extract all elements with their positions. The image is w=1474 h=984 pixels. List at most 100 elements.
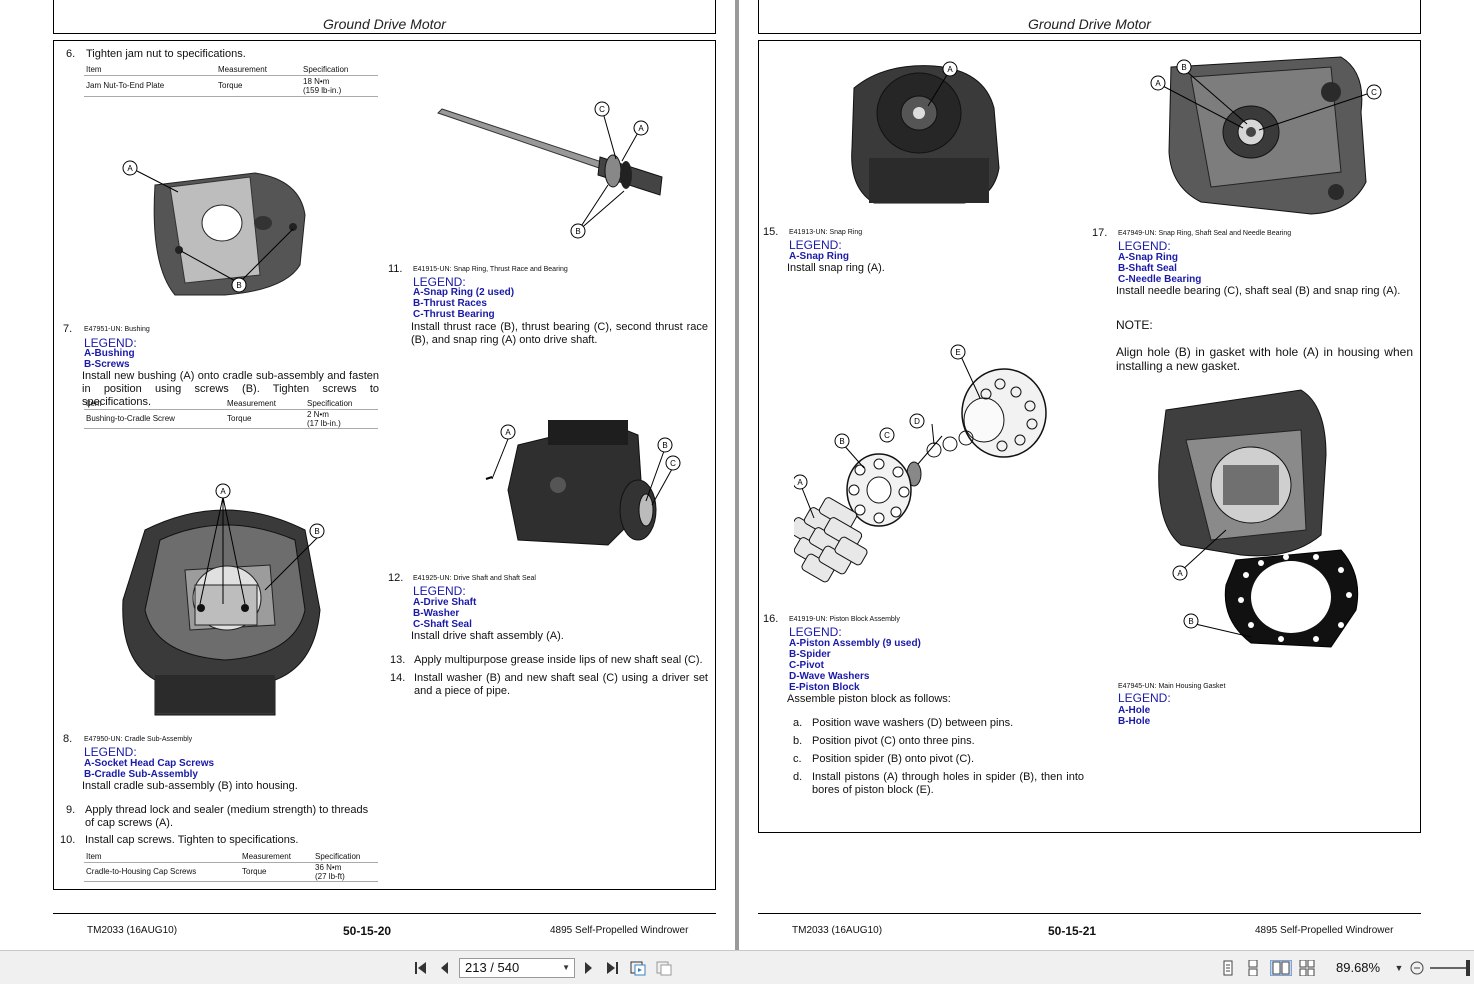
callout-b: B xyxy=(575,227,580,236)
callout-e: E xyxy=(955,348,960,357)
step-11-number: 11. xyxy=(388,263,403,275)
step-10-number: 10. xyxy=(60,834,76,846)
next-page-button[interactable] xyxy=(579,960,597,976)
next-view-button[interactable] xyxy=(655,960,673,976)
step-12-legend-item: A-Drive Shaft xyxy=(413,597,477,608)
step-15-legend-heading: LEGEND: xyxy=(789,238,842,252)
step-10-spec-table: Item Measurement Specification Cradle-to… xyxy=(84,852,378,882)
callout-b: B xyxy=(1188,617,1193,626)
chevron-down-icon: ▼ xyxy=(1394,963,1404,973)
zoom-out-button[interactable] xyxy=(1408,960,1426,976)
table-cell-spec-imperial: (159 lb-in.) xyxy=(303,86,342,95)
page-number-select[interactable]: 213 / 540 ▼ xyxy=(459,958,575,978)
substep-a-label: a. xyxy=(793,717,803,729)
step-15-legend-item: A-Snap Ring xyxy=(789,251,849,262)
step-11-legend-item: C-Thrust Bearing xyxy=(413,309,495,320)
first-page-button[interactable] xyxy=(412,960,430,976)
previous-page-button[interactable] xyxy=(436,960,454,976)
callout-a: A xyxy=(947,65,953,74)
substep-b-label: b. xyxy=(793,735,803,747)
step-12-text: Install drive shaft assembly (A). xyxy=(411,630,564,642)
step-8-figure-id: E47950-UN: Cradle Sub-Assembly xyxy=(84,736,193,743)
zoom-slider-track[interactable] xyxy=(1430,967,1470,969)
right-footer-product: 4895 Self-Propelled Windrower xyxy=(1255,925,1394,936)
step-15-number: 15. xyxy=(763,226,779,238)
snap-ring-figure: A xyxy=(851,61,1000,204)
next-view-icon xyxy=(656,961,672,976)
step-13-number: 13. xyxy=(390,654,406,666)
table-cell-measurement: Torque xyxy=(218,81,243,90)
step-12-number: 12. xyxy=(388,572,404,584)
substep-b-text: Position pivot (C) onto three pins. xyxy=(812,735,975,747)
previous-page-icon xyxy=(441,962,448,974)
callout-d: D xyxy=(914,417,920,426)
callout-a: A xyxy=(220,487,226,496)
callout-b: B xyxy=(314,527,319,536)
step-17-legend-item: A-Snap Ring xyxy=(1118,252,1178,263)
step-7-spec-table: Item Measurement Specification Bushing-t… xyxy=(84,399,378,429)
piston-block-figure: E D C B A xyxy=(794,344,1047,583)
table-cell-spec-metric: 2 N•m xyxy=(307,410,329,419)
zoom-out-icon xyxy=(1410,961,1424,975)
table-cell-spec-metric: 36 N•m xyxy=(315,863,342,872)
table-header-spec: Specification xyxy=(303,65,349,74)
step-8-number: 8. xyxy=(63,733,73,745)
step-8-legend-item: B-Cradle Sub-Assembly xyxy=(84,769,198,780)
first-page-icon xyxy=(415,962,426,974)
two-page-view-button[interactable] xyxy=(1270,960,1292,976)
callout-a: A xyxy=(1155,79,1161,88)
step-15-figure-id: E41913-UN: Snap Ring xyxy=(789,229,863,236)
step-16-number: 16. xyxy=(763,613,779,625)
step-16-text: Assemble piston block as follows: xyxy=(787,693,951,705)
cradle-figure: A B xyxy=(122,483,325,716)
table-header-item: Item xyxy=(86,65,102,74)
callout-c: C xyxy=(670,459,676,468)
previous-view-button[interactable] xyxy=(629,960,647,976)
last-page-icon xyxy=(607,962,618,974)
step-16-legend-item: A-Piston Assembly (9 used) xyxy=(789,638,921,649)
step-6-text: Tighten jam nut to specifications. xyxy=(86,48,246,60)
step-17-figure-id: E47949-UN: Snap Ring, Shaft Seal and Nee… xyxy=(1118,230,1292,237)
table-cell-measurement: Torque xyxy=(242,867,267,876)
gasket-legend-item: A-Hole xyxy=(1118,705,1151,716)
viewer-toolbar: 213 / 540 ▼ 89.68% ▼ xyxy=(0,950,1474,984)
step-16-legend-item: B-Spider xyxy=(789,649,831,660)
table-header-spec: Specification xyxy=(315,852,361,861)
substep-c-text: Position spider (B) onto pivot (C). xyxy=(812,753,975,765)
housing-gasket-figure: A B xyxy=(1158,389,1359,648)
step-17-legend-item: B-Shaft Seal xyxy=(1118,263,1177,274)
table-cell-spec-metric: 18 N•m xyxy=(303,77,330,86)
step-8-text: Install cradle sub-assembly (B) into hou… xyxy=(82,780,298,792)
step-11-text: Install thrust race (B), thrust bearing … xyxy=(411,321,708,346)
step-12-legend-item: B-Washer xyxy=(413,608,460,619)
previous-view-icon xyxy=(630,961,646,976)
needle-bearing-figure: A B C xyxy=(1150,56,1382,215)
left-header: Ground Drive Motor xyxy=(53,0,716,34)
drive-shaft-figure: C A B xyxy=(437,101,663,239)
callout-a: A xyxy=(797,478,803,487)
zoom-dropdown-button[interactable]: ▼ xyxy=(1393,960,1405,976)
two-page-continuous-view-button[interactable] xyxy=(1298,959,1318,977)
right-header: Ground Drive Motor xyxy=(758,0,1421,34)
callout-b: B xyxy=(1181,63,1186,72)
step-14-text: Install washer (B) and new shaft seal (C… xyxy=(414,672,708,697)
last-page-button[interactable] xyxy=(603,960,621,976)
step-8-legend-heading: LEGEND: xyxy=(84,745,137,759)
substep-c-label: c. xyxy=(793,753,802,765)
step-11-legend-item: A-Snap Ring (2 used) xyxy=(413,287,515,298)
continuous-view-button[interactable] xyxy=(1245,959,1261,977)
zoom-slider-handle[interactable] xyxy=(1466,960,1470,976)
right-header-title: Ground Drive Motor xyxy=(1028,16,1151,32)
right-footer-doc: TM2033 (16AUG10) xyxy=(792,925,883,936)
step-17-text: Install needle bearing (C), shaft seal (… xyxy=(1116,285,1401,297)
bushing-figure: A B xyxy=(122,160,306,296)
step-17-number: 17. xyxy=(1092,227,1108,239)
step-16-figure-id: E41919-UN: Piston Block Assembly xyxy=(789,616,900,623)
continuous-page-icon xyxy=(1248,959,1258,977)
step-10-text: Install cap screws. Tighten to specifica… xyxy=(85,834,299,846)
callout-c: C xyxy=(884,431,890,440)
step-14-number: 14. xyxy=(390,672,406,684)
step-11-figure-id: E41915-UN: Snap Ring, Thrust Race and Be… xyxy=(413,266,568,273)
single-page-view-button[interactable] xyxy=(1220,960,1236,976)
zoom-level[interactable]: 89.68% xyxy=(1336,960,1380,975)
